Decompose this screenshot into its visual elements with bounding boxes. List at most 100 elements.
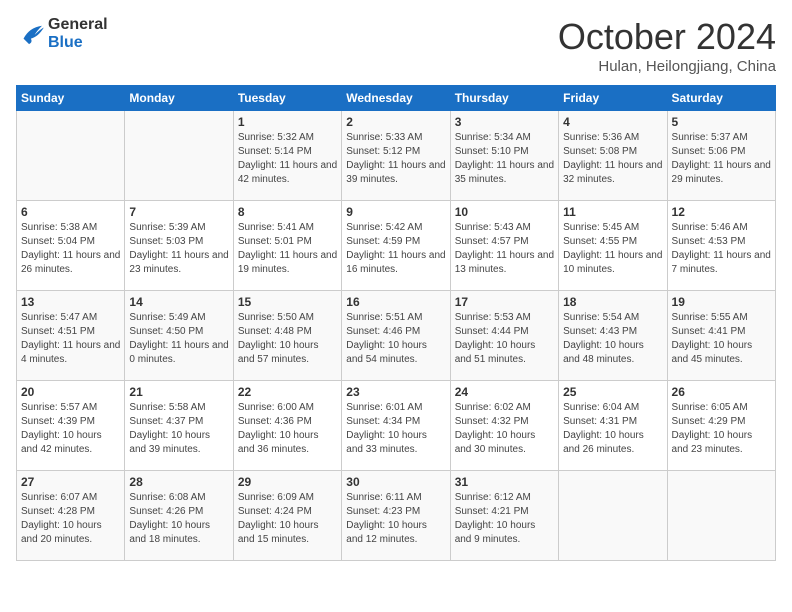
cell-date-number: 15 [238,295,337,309]
calendar-cell: 3Sunrise: 5:34 AM Sunset: 5:10 PM Daylig… [450,111,558,201]
cell-date-number: 14 [129,295,228,309]
cell-date-number: 1 [238,115,337,129]
cell-daylight-info: Sunrise: 6:00 AM Sunset: 4:36 PM Dayligh… [238,401,337,457]
cell-daylight-info: Sunrise: 6:09 AM Sunset: 4:24 PM Dayligh… [238,491,337,547]
calendar-cell: 23 Sunrise: 6:01 AM Sunset: 4:34 PM Dayli… [342,381,450,471]
calendar-cell: 29 Sunrise: 6:09 AM Sunset: 4:24 PM Dayli… [233,471,341,561]
weekday-header: Tuesday [233,86,341,111]
cell-daylight-info: Sunrise: 6:12 AM Sunset: 4:21 PM Dayligh… [455,491,554,547]
calendar-cell: 7Sunrise: 5:39 AM Sunset: 5:03 PM Daylig… [125,201,233,291]
cell-date-number: 17 [455,295,554,309]
cell-daylight-info: Sunrise: 5:47 AM Sunset: 4:51 PM Dayligh… [21,311,120,367]
cell-date-number: 8 [238,205,337,219]
weekday-row: SundayMondayTuesdayWednesdayThursdayFrid… [17,86,776,111]
cell-date-number: 11 [563,205,662,219]
cell-daylight-info: Sunrise: 5:46 AM Sunset: 4:53 PM Dayligh… [672,221,771,277]
cell-daylight-info: Sunrise: 6:01 AM Sunset: 4:34 PM Dayligh… [346,401,445,457]
cell-date-number: 24 [455,385,554,399]
cell-daylight-info: Sunrise: 6:07 AM Sunset: 4:28 PM Dayligh… [21,491,120,547]
weekday-header: Thursday [450,86,558,111]
cell-daylight-info: Sunrise: 5:36 AM Sunset: 5:08 PM Dayligh… [563,131,662,187]
cell-date-number: 18 [563,295,662,309]
calendar-cell [559,471,667,561]
cell-daylight-info: Sunrise: 6:02 AM Sunset: 4:32 PM Dayligh… [455,401,554,457]
calendar-cell: 10 Sunrise: 5:43 AM Sunset: 4:57 PM Dayli… [450,201,558,291]
calendar-cell: 31 Sunrise: 6:12 AM Sunset: 4:21 PM Dayli… [450,471,558,561]
calendar-cell: 22 Sunrise: 6:00 AM Sunset: 4:36 PM Dayli… [233,381,341,471]
cell-daylight-info: Sunrise: 5:33 AM Sunset: 5:12 PM Dayligh… [346,131,445,187]
calendar-cell: 16Sunrise: 5:51 AM Sunset: 4:46 PM Dayli… [342,291,450,381]
cell-daylight-info: Sunrise: 5:37 AM Sunset: 5:06 PM Dayligh… [672,131,771,187]
calendar-week-row: 27 Sunrise: 6:07 AM Sunset: 4:28 PM Dayli… [17,471,776,561]
cell-date-number: 16 [346,295,445,309]
calendar-cell: 13Sunrise: 5:47 AM Sunset: 4:51 PM Dayli… [17,291,125,381]
cell-daylight-info: Sunrise: 5:55 AM Sunset: 4:41 PM Dayligh… [672,311,771,367]
cell-daylight-info: Sunrise: 5:42 AM Sunset: 4:59 PM Dayligh… [346,221,445,277]
cell-daylight-info: Sunrise: 5:43 AM Sunset: 4:57 PM Dayligh… [455,221,554,277]
calendar-cell: 4Sunrise: 5:36 AM Sunset: 5:08 PM Daylig… [559,111,667,201]
calendar-cell: 17 Sunrise: 5:53 AM Sunset: 4:44 PM Dayli… [450,291,558,381]
cell-daylight-info: Sunrise: 6:08 AM Sunset: 4:26 PM Dayligh… [129,491,228,547]
calendar-cell: 18Sunrise: 5:54 AM Sunset: 4:43 PM Dayli… [559,291,667,381]
calendar-week-row: 20 Sunrise: 5:57 AM Sunset: 4:39 PM Dayli… [17,381,776,471]
cell-date-number: 26 [672,385,771,399]
calendar-cell: 12 Sunrise: 5:46 AM Sunset: 4:53 PM Dayli… [667,201,775,291]
calendar-cell: 19 Sunrise: 5:55 AM Sunset: 4:41 PM Dayli… [667,291,775,381]
calendar-cell: 28 Sunrise: 6:08 AM Sunset: 4:26 PM Dayli… [125,471,233,561]
cell-date-number: 28 [129,475,228,489]
calendar-cell: 24 Sunrise: 6:02 AM Sunset: 4:32 PM Dayli… [450,381,558,471]
weekday-header: Friday [559,86,667,111]
cell-daylight-info: Sunrise: 5:41 AM Sunset: 5:01 PM Dayligh… [238,221,337,277]
calendar-cell: 11 Sunrise: 5:45 AM Sunset: 4:55 PM Dayli… [559,201,667,291]
calendar-cell: 20 Sunrise: 5:57 AM Sunset: 4:39 PM Dayli… [17,381,125,471]
calendar-title: October 2024 [558,16,776,58]
calendar-cell: 1Sunrise: 5:32 AM Sunset: 5:14 PM Daylig… [233,111,341,201]
cell-daylight-info: Sunrise: 5:49 AM Sunset: 4:50 PM Dayligh… [129,311,228,367]
logo: General Blue [16,16,108,52]
cell-date-number: 31 [455,475,554,489]
cell-daylight-info: Sunrise: 5:53 AM Sunset: 4:44 PM Dayligh… [455,311,554,367]
cell-date-number: 19 [672,295,771,309]
calendar-cell [17,111,125,201]
cell-daylight-info: Sunrise: 6:05 AM Sunset: 4:29 PM Dayligh… [672,401,771,457]
cell-date-number: 9 [346,205,445,219]
calendar-cell: 2Sunrise: 5:33 AM Sunset: 5:12 PM Daylig… [342,111,450,201]
cell-date-number: 30 [346,475,445,489]
cell-daylight-info: Sunrise: 5:58 AM Sunset: 4:37 PM Dayligh… [129,401,228,457]
calendar-week-row: 13Sunrise: 5:47 AM Sunset: 4:51 PM Dayli… [17,291,776,381]
cell-daylight-info: Sunrise: 6:04 AM Sunset: 4:31 PM Dayligh… [563,401,662,457]
calendar-cell: 25 Sunrise: 6:04 AM Sunset: 4:31 PM Dayli… [559,381,667,471]
calendar-cell: 15 Sunrise: 5:50 AM Sunset: 4:48 PM Dayli… [233,291,341,381]
cell-date-number: 3 [455,115,554,129]
weekday-header: Monday [125,86,233,111]
calendar-cell: 8 Sunrise: 5:41 AM Sunset: 5:01 PM Daylig… [233,201,341,291]
cell-date-number: 23 [346,385,445,399]
logo-icon [16,22,44,46]
calendar-week-row: 1Sunrise: 5:32 AM Sunset: 5:14 PM Daylig… [17,111,776,201]
cell-daylight-info: Sunrise: 6:11 AM Sunset: 4:23 PM Dayligh… [346,491,445,547]
cell-date-number: 20 [21,385,120,399]
cell-daylight-info: Sunrise: 5:45 AM Sunset: 4:55 PM Dayligh… [563,221,662,277]
weekday-header: Sunday [17,86,125,111]
calendar-header: SundayMondayTuesdayWednesdayThursdayFrid… [17,86,776,111]
cell-daylight-info: Sunrise: 5:50 AM Sunset: 4:48 PM Dayligh… [238,311,337,367]
cell-daylight-info: Sunrise: 5:38 AM Sunset: 5:04 PM Dayligh… [21,221,120,277]
cell-date-number: 22 [238,385,337,399]
cell-daylight-info: Sunrise: 5:57 AM Sunset: 4:39 PM Dayligh… [21,401,120,457]
cell-date-number: 29 [238,475,337,489]
calendar-cell [667,471,775,561]
cell-date-number: 10 [455,205,554,219]
calendar-cell: 26 Sunrise: 6:05 AM Sunset: 4:29 PM Dayli… [667,381,775,471]
calendar-cell [125,111,233,201]
cell-date-number: 7 [129,205,228,219]
calendar-cell: 5Sunrise: 5:37 AM Sunset: 5:06 PM Daylig… [667,111,775,201]
header: General Blue October 2024 Hulan, Heilong… [16,16,776,75]
cell-date-number: 12 [672,205,771,219]
calendar-cell: 27 Sunrise: 6:07 AM Sunset: 4:28 PM Dayli… [17,471,125,561]
weekday-header: Saturday [667,86,775,111]
calendar-cell: 30 Sunrise: 6:11 AM Sunset: 4:23 PM Dayli… [342,471,450,561]
cell-date-number: 25 [563,385,662,399]
cell-date-number: 27 [21,475,120,489]
weekday-header: Wednesday [342,86,450,111]
calendar-week-row: 6Sunrise: 5:38 AM Sunset: 5:04 PM Daylig… [17,201,776,291]
